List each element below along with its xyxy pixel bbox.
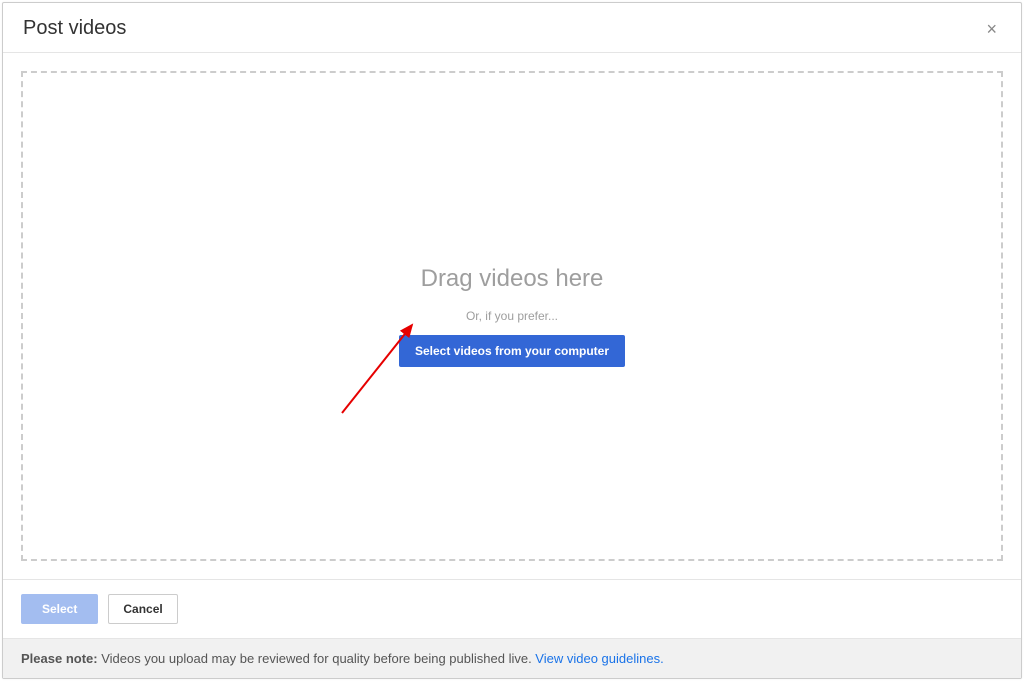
note-text: Videos you upload may be reviewed for qu… bbox=[98, 651, 536, 666]
modal-header: Post videos × bbox=[3, 3, 1021, 53]
modal-footer: Select Cancel bbox=[3, 579, 1021, 638]
cancel-button[interactable]: Cancel bbox=[108, 594, 177, 624]
close-button[interactable]: × bbox=[982, 20, 1001, 38]
modal-title: Post videos bbox=[23, 17, 126, 40]
select-from-computer-button[interactable]: Select videos from your computer bbox=[399, 335, 625, 367]
drag-instruction-text: Drag videos here bbox=[421, 265, 604, 293]
note-bar: Please note: Videos you upload may be re… bbox=[3, 638, 1021, 678]
modal-body: Drag videos here Or, if you prefer... Se… bbox=[3, 53, 1021, 579]
note-bold-label: Please note: bbox=[21, 651, 98, 666]
or-prefer-text: Or, if you prefer... bbox=[466, 309, 558, 323]
select-button[interactable]: Select bbox=[21, 594, 98, 624]
post-videos-modal: Post videos × Drag videos here Or, if yo… bbox=[2, 2, 1022, 679]
close-icon: × bbox=[986, 19, 997, 39]
view-guidelines-link[interactable]: View video guidelines. bbox=[535, 651, 663, 666]
video-dropzone[interactable]: Drag videos here Or, if you prefer... Se… bbox=[21, 71, 1003, 561]
